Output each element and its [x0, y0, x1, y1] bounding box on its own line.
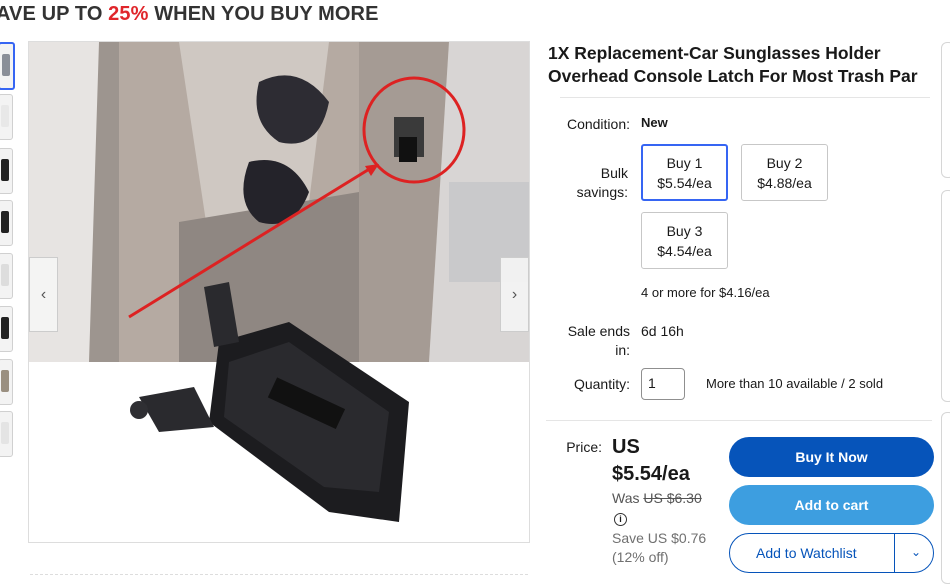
thumbnail-2[interactable] — [0, 94, 13, 140]
bulk-label-line-1: Bulk — [600, 165, 628, 181]
sale-ends-label: Sale ends in: — [556, 322, 630, 360]
bulk-option-price: $4.88/ea — [757, 175, 812, 191]
condition-value: New — [641, 115, 668, 130]
info-circle-icon[interactable]: i — [614, 513, 627, 526]
add-to-watchlist-button[interactable]: Add to Watchlist ⌄ — [729, 533, 934, 573]
save-percent: (12% off) — [612, 549, 669, 565]
promo-percent: 25% — [108, 3, 149, 25]
thumbnail-7[interactable] — [0, 359, 13, 405]
price-label: Price: — [566, 439, 602, 455]
bulk-option-buy-1[interactable]: Buy 1 $5.54/ea — [641, 144, 728, 201]
gallery-prev-button[interactable]: ‹ — [29, 257, 58, 332]
was-price: Was US $6.30 — [612, 490, 702, 506]
savings-text: Save US $0.76 (12% off) — [612, 529, 706, 567]
watchlist-label: Add to Watchlist — [756, 545, 857, 561]
promo-prefix: AVE UP TO — [0, 3, 103, 25]
bulk-option-buy-2[interactable]: Buy 2 $4.88/ea — [741, 144, 828, 201]
side-panel-edge-top — [941, 42, 950, 178]
main-product-image[interactable]: ‹ › — [28, 41, 530, 543]
chevron-right-icon: › — [511, 285, 518, 303]
chevron-left-icon: ‹ — [40, 285, 47, 303]
buy-it-now-button[interactable]: Buy It Now — [729, 437, 934, 477]
bulk-option-qty: Buy 2 — [766, 155, 803, 171]
divider — [30, 574, 528, 575]
price-amount: $5.54/ea — [612, 463, 690, 485]
quantity-label: Quantity: — [573, 376, 630, 392]
product-photo — [29, 42, 529, 542]
side-panel-edge-bottom — [941, 412, 950, 584]
chevron-down-icon[interactable]: ⌄ — [911, 545, 921, 559]
bulk-option-buy-3[interactable]: Buy 3 $4.54/ea — [641, 212, 728, 269]
gallery-next-button[interactable]: › — [500, 257, 529, 332]
thumbnail-3[interactable] — [0, 148, 13, 194]
was-amount: US $6.30 — [643, 490, 702, 506]
thumbnail-6[interactable] — [0, 306, 13, 352]
bulk-option-price: $5.54/ea — [657, 175, 712, 191]
was-label: Was — [612, 490, 640, 506]
thumbnail-5[interactable] — [0, 253, 13, 299]
promo-suffix: WHEN YOU BUY MORE — [154, 3, 379, 25]
sale-ends-value: 6d 16h — [641, 323, 684, 339]
bulk-option-qty: Buy 3 — [666, 223, 703, 239]
bulk-label-line-2: savings: — [576, 184, 628, 200]
product-title: 1X Replacement-Car Sunglasses Holder Ove… — [548, 43, 918, 86]
bulk-more-text: 4 or more for $4.16/ea — [641, 285, 770, 300]
price-divider — [546, 420, 932, 421]
title-divider — [560, 97, 930, 98]
condition-label: Condition: — [566, 116, 630, 132]
availability-text: More than 10 available / 2 sold — [706, 376, 884, 391]
add-to-cart-button[interactable]: Add to cart — [729, 485, 934, 525]
promo-banner: AVE UP TO 25% WHEN YOU BUY MORE — [0, 3, 379, 26]
bulk-option-qty: Buy 1 — [666, 155, 703, 171]
watchlist-separator — [894, 534, 895, 572]
bulk-savings-label: Bulk savings: — [556, 164, 628, 202]
save-amount: Save US $0.76 — [612, 530, 707, 546]
quantity-input[interactable]: 1 — [641, 368, 685, 400]
thumbnail-4[interactable] — [0, 200, 13, 246]
side-panel-edge-middle — [941, 190, 950, 402]
thumbnail-1[interactable] — [0, 42, 15, 90]
price-currency: US — [612, 436, 640, 458]
thumbnail-8[interactable] — [0, 411, 13, 457]
sale-ends-line-2: in: — [615, 342, 630, 358]
bulk-option-price: $4.54/ea — [657, 243, 712, 259]
sale-ends-line-1: Sale ends — [567, 323, 630, 339]
